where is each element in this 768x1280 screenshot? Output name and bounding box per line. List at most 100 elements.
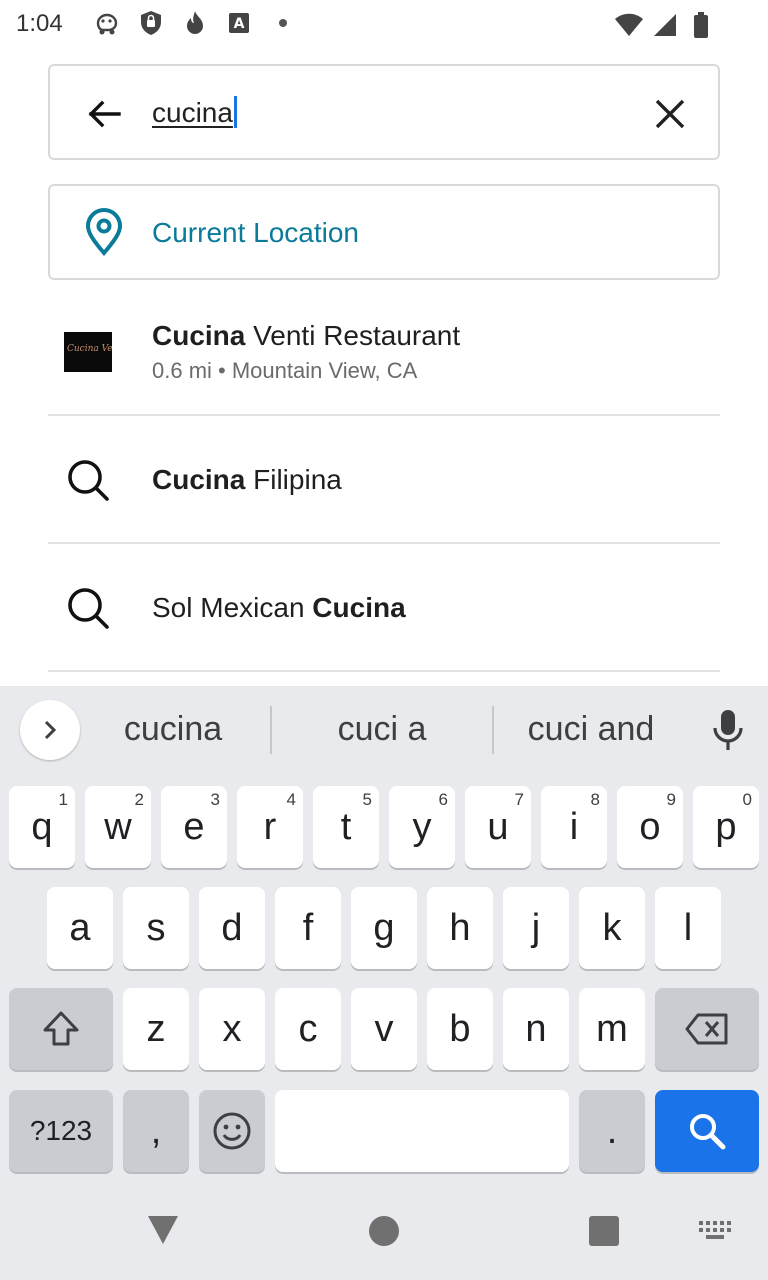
key-hint: 5 [362,790,372,809]
status-bar: 1:04 A [0,0,768,50]
key-label: k [602,906,622,949]
battery-icon [686,10,716,40]
search-box[interactable]: cucina [48,64,720,160]
key-u[interactable]: u7 [465,786,531,868]
navigation-bar [0,1184,768,1280]
key-e[interactable]: e3 [161,786,227,868]
expand-toolbar-button[interactable] [20,700,80,760]
key-hint: 0 [742,790,752,809]
nav-recents-icon[interactable] [589,1216,619,1246]
key-label: w [104,805,132,848]
result-subtitle: 0.6 mi • Mountain View, CA [152,358,418,383]
result-item-cucina-filipina[interactable]: Cucina Filipina [48,416,720,544]
key-label: p [715,805,737,848]
key-q[interactable]: q1 [9,786,75,868]
key-label: b [449,1007,471,1050]
waze-icon [92,8,122,38]
flame-icon [180,8,210,38]
search-icon [690,1114,726,1150]
dot-icon [268,8,298,38]
key-l[interactable]: l [655,887,721,969]
key-b[interactable]: b [427,988,493,1070]
search-input[interactable]: cucina [152,96,237,129]
symbols-key[interactable]: ?123 [9,1090,113,1172]
key-hint: 3 [210,790,220,809]
backspace-key[interactable] [655,988,759,1070]
shift-arrow-icon [43,1011,79,1046]
key-label: l [683,906,693,949]
suggestion-bar: cucina cuci a cuci and [0,686,768,778]
key-m[interactable]: m [579,988,645,1070]
status-time: 1:04 [16,10,63,37]
key-y[interactable]: y6 [389,786,455,868]
keyboard-switch-icon[interactable] [698,1220,732,1247]
emoji-icon [213,1112,251,1150]
system-icons [614,10,716,40]
suggestion-1[interactable]: cucina [96,710,250,749]
nav-back-icon[interactable] [146,1214,180,1251]
key-j[interactable]: j [503,887,569,969]
key-x[interactable]: x [199,988,265,1070]
key-label: n [525,1007,547,1050]
key-hint: 8 [590,790,600,809]
key-label: h [449,906,471,949]
current-location-button[interactable]: Current Location [48,184,720,280]
key-label: m [596,1007,628,1050]
key-label: v [374,1007,394,1050]
key-k[interactable]: k [579,887,645,969]
backspace-icon [685,1013,728,1045]
result-title: Cucina Filipina [152,464,342,495]
key-label: x [222,1007,242,1050]
period-key[interactable]: . [579,1090,645,1172]
key-z[interactable]: z [123,988,189,1070]
key-p[interactable]: p0 [693,786,759,868]
key-o[interactable]: o9 [617,786,683,868]
key-d[interactable]: d [199,887,265,969]
key-label: o [639,805,661,848]
suggestion-divider [492,706,494,754]
key-r[interactable]: r4 [237,786,303,868]
key-label: t [340,805,352,848]
restaurant-thumbnail: Cucina Venti [64,332,112,372]
suggestion-divider [270,706,272,754]
key-hint: 2 [134,790,144,809]
key-v[interactable]: v [351,988,417,1070]
key-f[interactable]: f [275,887,341,969]
key-t[interactable]: t5 [313,786,379,868]
chevron-right-icon [44,720,57,740]
wifi-icon [614,10,644,40]
key-i[interactable]: i8 [541,786,607,868]
search-action-key[interactable] [655,1090,759,1172]
key-h[interactable]: h [427,887,493,969]
arrow-left-icon[interactable] [86,96,122,132]
result-title: Sol Mexican Cucina [152,592,406,623]
key-label: j [531,906,541,949]
emoji-key[interactable] [199,1090,265,1172]
comma-key[interactable]: , [123,1090,189,1172]
key-g[interactable]: g [351,887,417,969]
microphone-icon[interactable] [708,708,748,752]
suggestion-2[interactable]: cuci a [296,710,468,749]
text-caret [233,96,237,128]
key-hint: 6 [438,790,448,809]
key-hint: 9 [666,790,676,809]
key-s[interactable]: s [123,887,189,969]
shift-key[interactable] [9,988,113,1070]
result-item-sol-mexican-cucina[interactable]: Sol Mexican Cucina [48,544,720,672]
close-icon[interactable] [652,96,688,132]
nav-home-icon[interactable] [369,1216,399,1246]
key-label: c [298,1007,318,1050]
key-a[interactable]: a [47,887,113,969]
result-item-cucina-venti[interactable]: Cucina Venti Cucina Venti Restaurant 0.6… [48,296,720,416]
current-location-label: Current Location [152,217,360,248]
key-label: f [302,906,314,949]
space-key[interactable] [275,1090,569,1172]
key-w[interactable]: w2 [85,786,151,868]
key-label: z [146,1007,166,1050]
svg-text:A: A [234,16,245,32]
key-label: g [373,906,395,949]
key-n[interactable]: n [503,988,569,1070]
key-c[interactable]: c [275,988,341,1070]
suggestion-3[interactable]: cuci and [506,710,676,749]
key-label: y [412,805,432,848]
